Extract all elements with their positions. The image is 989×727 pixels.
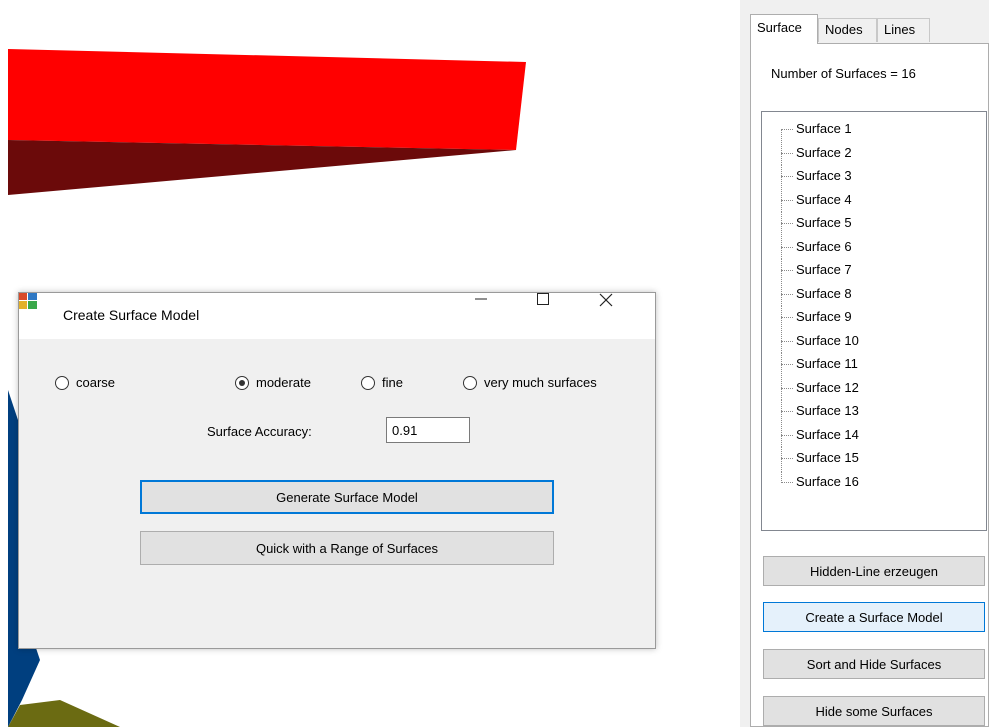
tab-surface[interactable]: Surface: [750, 14, 818, 44]
generate-surface-model-button[interactable]: Generate Surface Model: [140, 480, 554, 514]
tree-item[interactable]: Surface 12: [762, 376, 972, 400]
maximize-button[interactable]: [537, 293, 593, 339]
tree-item[interactable]: Surface 1: [762, 118, 972, 141]
tab-lines[interactable]: Lines: [877, 18, 930, 42]
dialog-titlebar[interactable]: Create Surface Model: [19, 293, 655, 339]
minimize-icon: [475, 298, 487, 300]
tree-item-label: Surface 13: [796, 403, 859, 418]
app-icon: [19, 293, 37, 309]
close-button[interactable]: [599, 293, 655, 339]
surface-count-label: Number of Surfaces = 16: [771, 66, 916, 81]
tree-item-label: Surface 9: [796, 309, 852, 324]
tree-item[interactable]: Surface 16: [762, 470, 972, 494]
radio-circle: [55, 375, 69, 390]
tree-item-label: Surface 15: [796, 450, 859, 465]
tree-connector: [781, 434, 793, 436]
tree-item[interactable]: Surface 10: [762, 329, 972, 353]
tree-item-label: Surface 11: [796, 356, 858, 371]
tree-item-label: Surface 1: [796, 121, 852, 136]
tree-item[interactable]: Surface 15: [762, 447, 972, 470]
maximize-icon: [537, 293, 549, 305]
right-panel: Surface Nodes Lines Number of Surfaces =…: [740, 0, 989, 727]
tab-nodes[interactable]: Nodes: [818, 18, 877, 42]
quick-range-of-surfaces-button[interactable]: Quick with a Range of Surfaces: [140, 531, 554, 565]
surface-tree[interactable]: Surface 1 Surface 2 Surface 3 Surface 4 Surf…: [761, 111, 987, 531]
tree-item-label: Surface 7: [796, 262, 852, 277]
hide-some-surfaces-button[interactable]: Hide some Surfaces: [763, 696, 985, 726]
radio-label: moderate: [256, 375, 311, 390]
surface-red-face: [8, 49, 526, 150]
tree-connector: [781, 129, 782, 141]
radio-fine[interactable]: fine: [361, 375, 403, 390]
tree-connector: [781, 340, 793, 342]
tree-item-label: Surface 2: [796, 144, 852, 160]
tree-item[interactable]: Surface 2: [762, 141, 972, 165]
tab-strip: Surface Nodes Lines: [750, 14, 989, 44]
tree-connector: [781, 317, 793, 318]
tree-connector: [781, 387, 793, 389]
hidden-line-button[interactable]: Hidden-Line erzeugen: [763, 556, 985, 586]
tree-item[interactable]: Surface 6: [762, 235, 972, 259]
tree-connector: [781, 481, 793, 483]
surface-tab-page: Number of Surfaces = 16 Surface 1 Surface…: [750, 43, 989, 727]
tree-item-label: Surface 5: [796, 215, 852, 230]
dialog-title: Create Surface Model: [63, 307, 200, 323]
tree-item-label: Surface 3: [796, 168, 852, 183]
tree-connector: [781, 152, 793, 154]
radio-circle: [361, 375, 375, 390]
tree-connector: [781, 223, 793, 224]
radio-circle-checked: [235, 375, 249, 390]
tree-item[interactable]: Surface 3: [762, 165, 972, 188]
radio-label: coarse: [76, 375, 116, 390]
tree-connector: [781, 458, 793, 459]
radio-label: very much surfaces: [484, 375, 597, 390]
surface-accuracy-input[interactable]: [386, 417, 470, 443]
tree-item-label: Surface 14: [796, 426, 859, 442]
sort-and-hide-surfaces-button[interactable]: Sort and Hide Surfaces: [763, 649, 985, 679]
tree-item[interactable]: Surface 14: [762, 423, 972, 447]
radio-coarse[interactable]: coarse: [55, 375, 115, 390]
tree-item-label: Surface 6: [796, 238, 852, 254]
close-icon: [599, 293, 613, 307]
tree-item[interactable]: Surface 7: [762, 259, 972, 282]
radio-moderate[interactable]: moderate: [235, 375, 311, 390]
create-surface-model-button[interactable]: Create a Surface Model: [763, 602, 985, 632]
tree-item[interactable]: Surface 11: [762, 353, 972, 376]
tree-item[interactable]: Surface 5: [762, 212, 972, 235]
tree-connector: [781, 364, 793, 365]
tree-connector: [781, 129, 793, 130]
tree-item-label: Surface 10: [796, 332, 859, 348]
tree-item[interactable]: Surface 9: [762, 306, 972, 329]
create-surface-model-dialog: Create Surface Model coarse moderate fin…: [18, 292, 656, 649]
tree-item-label: Surface 12: [796, 379, 859, 395]
minimize-button[interactable]: [475, 293, 531, 339]
tree-item[interactable]: Surface 13: [762, 400, 972, 423]
tree-connector: [781, 199, 793, 201]
radio-circle: [463, 375, 477, 390]
tree-item[interactable]: Surface 8: [762, 282, 972, 306]
radio-very-much-surfaces[interactable]: very much surfaces: [463, 375, 597, 390]
tree-item-label: Surface 4: [796, 191, 852, 207]
tree-connector: [781, 270, 793, 271]
tree-connector: [781, 246, 793, 248]
tree-item[interactable]: Surface 4: [762, 188, 972, 212]
tree-connector: [781, 411, 793, 412]
3d-viewport[interactable]: Create Surface Model coarse moderate fin…: [0, 0, 740, 727]
radio-label: fine: [382, 375, 403, 390]
surface-olive-face: [8, 700, 120, 727]
tree-item-label: Surface 16: [796, 473, 859, 489]
tree-connector: [781, 293, 793, 295]
tree-item-label: Surface 8: [796, 285, 852, 301]
tree-connector: [781, 176, 793, 177]
surface-accuracy-label: Surface Accuracy:: [207, 424, 312, 439]
